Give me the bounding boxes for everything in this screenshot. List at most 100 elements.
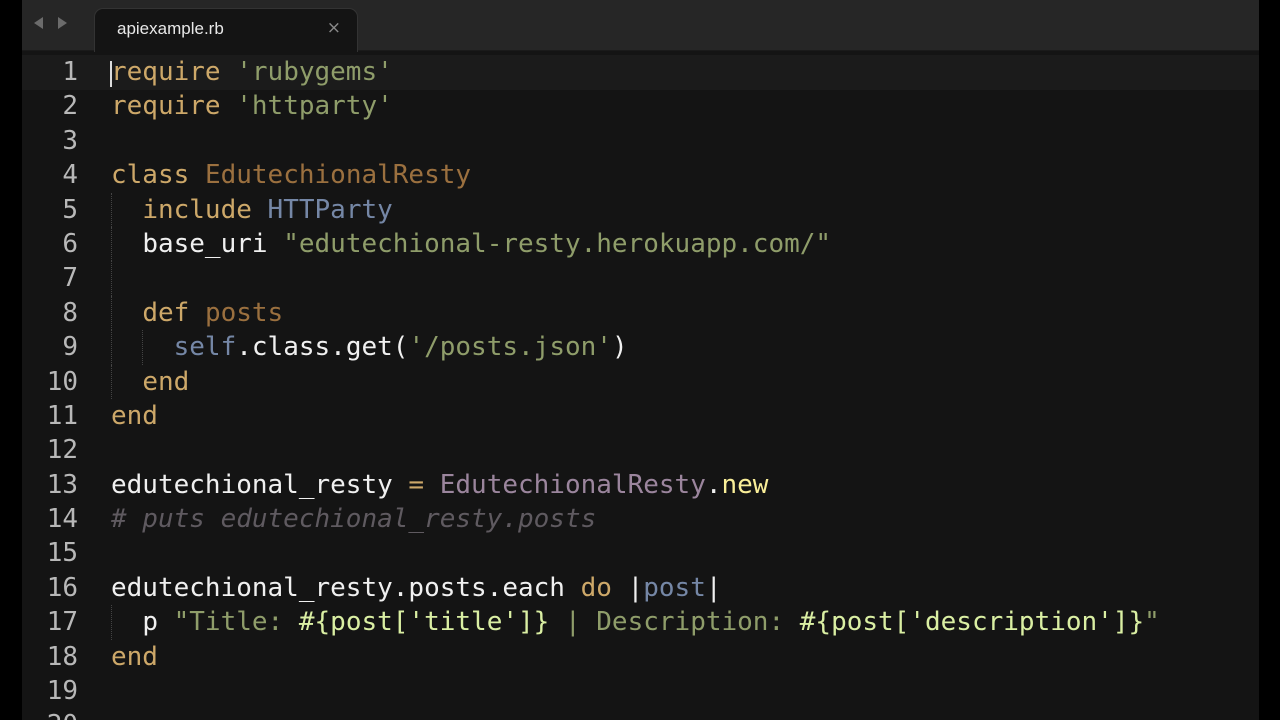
code-line: include HTTParty bbox=[111, 192, 1160, 227]
line-number: 2 bbox=[62, 91, 78, 122]
indent-guide bbox=[111, 261, 112, 296]
code-token: EdutechionalResty bbox=[439, 469, 706, 500]
code-token: posts bbox=[204, 297, 284, 328]
line-number: 8 bbox=[62, 297, 78, 328]
line-number: 4 bbox=[62, 160, 78, 191]
code-line: self.class.get('/posts.json') bbox=[111, 330, 1160, 365]
line-number: 7 bbox=[62, 263, 78, 294]
code-token: self bbox=[173, 332, 237, 363]
code-token: EdutechionalResty bbox=[204, 160, 472, 191]
code-token: "edutechional-resty.herokuapp.com/" bbox=[283, 228, 832, 259]
code-token: "Title: bbox=[173, 607, 299, 638]
tab-bar: apiexample.rb × bbox=[22, 0, 1259, 52]
code-token: " bbox=[1144, 607, 1160, 638]
code-token: base_uri bbox=[142, 228, 268, 259]
code-token: class bbox=[111, 160, 190, 191]
code-line: class EdutechionalResty bbox=[111, 158, 1160, 192]
code-token: #{post['title']} bbox=[298, 607, 550, 638]
code-token: . bbox=[705, 469, 722, 500]
code-token: edutechional_resty.posts.each bbox=[111, 572, 565, 603]
code-line: require 'httparty' bbox=[111, 89, 1160, 123]
line-number-gutter: 1234567891011121314151617181920 bbox=[22, 55, 82, 720]
line-number: 15 bbox=[46, 538, 78, 569]
code-token: p bbox=[142, 607, 158, 638]
code-token: # puts edutechional_resty.posts bbox=[111, 504, 597, 535]
line-number: 12 bbox=[46, 435, 78, 466]
code-token: | bbox=[611, 572, 644, 603]
indent-guide bbox=[111, 226, 112, 262]
code-token: HTTParty bbox=[267, 194, 393, 225]
code-area[interactable]: require 'rubygems' require 'httparty' clas… bbox=[111, 55, 1160, 720]
code-token: .class.get( bbox=[236, 332, 409, 363]
code-token: 'httparty' bbox=[236, 91, 393, 122]
tab-title: apiexample.rb bbox=[117, 19, 224, 38]
code-token: do bbox=[580, 572, 612, 603]
line-number: 10 bbox=[46, 366, 78, 397]
code-token: end bbox=[111, 641, 158, 672]
code-token: def bbox=[142, 297, 190, 328]
tab-apiexample[interactable]: apiexample.rb × bbox=[94, 8, 358, 52]
forward-arrow-icon[interactable] bbox=[58, 17, 67, 29]
code-token: 'rubygems' bbox=[236, 57, 393, 87]
line-number: 1 bbox=[62, 57, 78, 87]
code-line: end bbox=[111, 640, 1160, 674]
line-number: 17 bbox=[46, 607, 78, 638]
line-number: 6 bbox=[62, 228, 78, 259]
back-arrow-icon[interactable] bbox=[34, 17, 43, 29]
line-number: 13 bbox=[46, 469, 78, 500]
code-token: ) bbox=[611, 332, 628, 363]
code-line: require 'rubygems' bbox=[111, 55, 1160, 89]
code-token: | Description: bbox=[549, 607, 800, 638]
code-token: edutechional_resty bbox=[111, 469, 393, 500]
code-token: end bbox=[142, 366, 190, 397]
line-number: 3 bbox=[62, 125, 78, 156]
indent-guide bbox=[111, 295, 112, 331]
code-editor[interactable]: 1234567891011121314151617181920 require … bbox=[22, 51, 1259, 720]
indent-guide bbox=[111, 605, 112, 640]
text-cursor bbox=[110, 61, 112, 87]
code-token: require bbox=[111, 57, 221, 87]
code-line: def posts bbox=[111, 295, 1160, 331]
indent-guide bbox=[111, 192, 112, 227]
line-number: 11 bbox=[46, 400, 78, 431]
code-token: | bbox=[705, 572, 722, 603]
code-line: end bbox=[111, 364, 1160, 399]
code-line: base_uri "edutechional-resty.herokuapp.c… bbox=[111, 226, 1160, 262]
code-line: edutechional_resty.posts.each do |post| bbox=[111, 571, 1160, 605]
close-icon[interactable]: × bbox=[327, 18, 341, 38]
line-number: 20 bbox=[22, 708, 82, 720]
line-number: 18 bbox=[46, 641, 78, 672]
code-line: # puts edutechional_resty.posts bbox=[111, 502, 1160, 536]
code-token: end bbox=[111, 400, 158, 431]
code-line: edutechional_resty = EdutechionalResty.n… bbox=[111, 468, 1160, 502]
code-token: = bbox=[408, 469, 425, 500]
line-number: 9 bbox=[62, 332, 78, 363]
indent-guide bbox=[111, 330, 112, 365]
line-number: 16 bbox=[46, 572, 78, 603]
code-token: '/posts.json' bbox=[408, 332, 612, 363]
code-token: new bbox=[721, 469, 769, 500]
indent-guide bbox=[111, 364, 112, 399]
line-number: 5 bbox=[62, 194, 78, 225]
code-line: p "Title: #{post['title']} | Description… bbox=[111, 605, 1160, 640]
code-line bbox=[111, 261, 1160, 296]
line-number: 14 bbox=[46, 504, 78, 535]
line-number: 19 bbox=[46, 676, 78, 707]
code-token: post bbox=[643, 572, 706, 603]
code-token: require bbox=[111, 91, 221, 122]
code-token: #{post['description']} bbox=[799, 607, 1145, 638]
indent-guide bbox=[142, 330, 144, 365]
